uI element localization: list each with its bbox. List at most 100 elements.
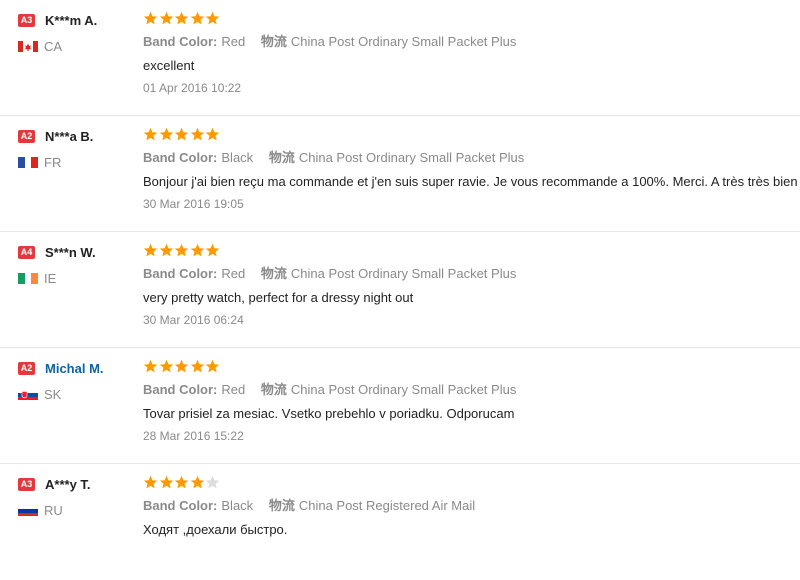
review-comment: excellent <box>143 58 195 73</box>
review-content: Band Color: Red 物流 China Post Ordinary Sma… <box>143 240 800 328</box>
order-attributes: Band Color: Black 物流 China Post Registered… <box>143 497 800 514</box>
attribute-label: Band Color: <box>143 150 218 165</box>
shipping-method: China Post Ordinary Small Packet Plus <box>290 34 517 49</box>
star-rating <box>143 356 800 376</box>
shipping-label: 物流 <box>260 34 287 49</box>
review-item: A2 N***a B. FR Band Color: Black 物流 China … <box>0 116 800 232</box>
review-item: A4 S***n W. IE Band Color: Red 物流 China Po… <box>0 232 800 348</box>
buyer-level-badge: A2 <box>18 129 35 143</box>
review-comment: very pretty watch, perfect for a dressy … <box>143 290 414 305</box>
star-filled-icon <box>143 11 158 26</box>
reviewer-info: A3 A***y T. RU <box>18 475 136 518</box>
attribute-label: Band Color: <box>143 266 218 281</box>
reviewer-info: A2 Michal M. SK <box>18 359 136 402</box>
star-filled-icon <box>205 243 220 258</box>
order-attributes: Band Color: Red 物流 China Post Ordinary Sma… <box>143 265 800 282</box>
flag-ca-icon <box>18 40 38 52</box>
flag-sk-icon <box>18 388 38 400</box>
review-date: 28 Mar 2016 15:22 <box>143 429 244 443</box>
star-filled-icon <box>159 359 174 374</box>
star-rating <box>143 472 800 492</box>
reviewer-name: N***a B. <box>45 128 94 144</box>
review-item: A3 K***m A. CA Band Color: Red 物流 China Po… <box>0 0 800 116</box>
review-comment: Bonjour j'ai bien reçu ma commande et j'… <box>143 174 798 189</box>
star-rating <box>143 240 800 260</box>
star-filled-icon <box>190 475 205 490</box>
star-filled-icon <box>205 359 220 374</box>
review-comment: Tovar prisiel za mesiac. Vsetko prebehlo… <box>143 406 515 421</box>
star-filled-icon <box>174 359 189 374</box>
review-content: Band Color: Red 物流 China Post Ordinary Sma… <box>143 8 800 96</box>
buyer-level-badge: A3 <box>18 477 35 491</box>
shipping-label: 物流 <box>268 498 295 513</box>
review-date: 01 Apr 2016 10:22 <box>143 81 242 95</box>
shipping-method: China Post Ordinary Small Packet Plus <box>290 382 517 397</box>
order-attributes: Band Color: Red 物流 China Post Ordinary Sma… <box>143 33 800 50</box>
review-comment: Ходят ,доехали быстро. <box>143 522 288 537</box>
star-filled-icon <box>143 475 158 490</box>
country-code: SK <box>44 386 62 402</box>
country-code: CA <box>44 38 63 54</box>
feedback-list: A3 K***m A. CA Band Color: Red 物流 China Po… <box>0 0 800 554</box>
star-filled-icon <box>159 127 174 142</box>
attribute-value: Red <box>221 266 246 281</box>
star-filled-icon <box>190 11 205 26</box>
star-filled-icon <box>174 243 189 258</box>
star-filled-icon <box>159 243 174 258</box>
star-filled-icon <box>190 243 205 258</box>
star-rating <box>143 8 800 28</box>
reviewer-name-link[interactable]: Michal M. <box>45 361 104 376</box>
shipping-method: China Post Registered Air Mail <box>298 498 476 513</box>
attribute-value: Red <box>221 34 246 49</box>
shipping-method: China Post Ordinary Small Packet Plus <box>290 266 517 281</box>
attribute-value: Red <box>221 382 246 397</box>
order-attributes: Band Color: Red 物流 China Post Ordinary Sma… <box>143 381 800 398</box>
shipping-label: 物流 <box>260 266 287 281</box>
reviewer-info: A2 N***a B. FR <box>18 127 136 170</box>
shipping-method: China Post Ordinary Small Packet Plus <box>298 150 525 165</box>
review-content: Band Color: Red 物流 China Post Ordinary Sma… <box>143 356 800 444</box>
review-item: A3 A***y T. RU Band Color: Black 物流 China … <box>0 464 800 580</box>
review-content: Band Color: Black 物流 China Post Ordinary S… <box>143 124 800 212</box>
review-date: 30 Mar 2016 19:05 <box>143 197 244 211</box>
review-date: 30 Mar 2016 06:24 <box>143 313 244 327</box>
buyer-level-badge: A3 <box>18 13 35 27</box>
attribute-label: Band Color: <box>143 382 218 397</box>
order-attributes: Band Color: Black 物流 China Post Ordinary S… <box>143 149 800 166</box>
attribute-label: Band Color: <box>143 34 218 49</box>
flag-ie-icon <box>18 272 38 284</box>
reviewer-name: K***m A. <box>45 12 98 28</box>
flag-ru-icon <box>18 504 38 516</box>
star-filled-icon <box>174 127 189 142</box>
review-item: A2 Michal M. SK Band Color: Red 物流 China P… <box>0 348 800 464</box>
reviewer-name: A***y T. <box>45 476 91 492</box>
reviewer-info: A4 S***n W. IE <box>18 243 136 286</box>
shipping-label: 物流 <box>260 382 287 397</box>
star-filled-icon <box>159 475 174 490</box>
attribute-value: Black <box>221 150 254 165</box>
country-code: IE <box>44 270 57 286</box>
star-filled-icon <box>143 127 158 142</box>
attribute-label: Band Color: <box>143 498 218 513</box>
star-filled-icon <box>174 11 189 26</box>
flag-fr-icon <box>18 156 38 168</box>
shipping-label: 物流 <box>268 150 295 165</box>
star-rating <box>143 124 800 144</box>
star-filled-icon <box>143 359 158 374</box>
reviewer-info: A3 K***m A. CA <box>18 11 136 54</box>
star-filled-icon <box>190 359 205 374</box>
country-code: RU <box>44 502 63 518</box>
star-empty-icon <box>205 475 220 490</box>
star-filled-icon <box>143 243 158 258</box>
star-filled-icon <box>174 475 189 490</box>
buyer-level-badge: A4 <box>18 245 35 259</box>
country-code: FR <box>44 154 62 170</box>
star-filled-icon <box>205 11 220 26</box>
star-filled-icon <box>190 127 205 142</box>
review-content: Band Color: Black 物流 China Post Registered… <box>143 472 800 538</box>
reviewer-name: S***n W. <box>45 244 96 260</box>
star-filled-icon <box>205 127 220 142</box>
star-filled-icon <box>159 11 174 26</box>
attribute-value: Black <box>221 498 254 513</box>
buyer-level-badge: A2 <box>18 361 35 375</box>
